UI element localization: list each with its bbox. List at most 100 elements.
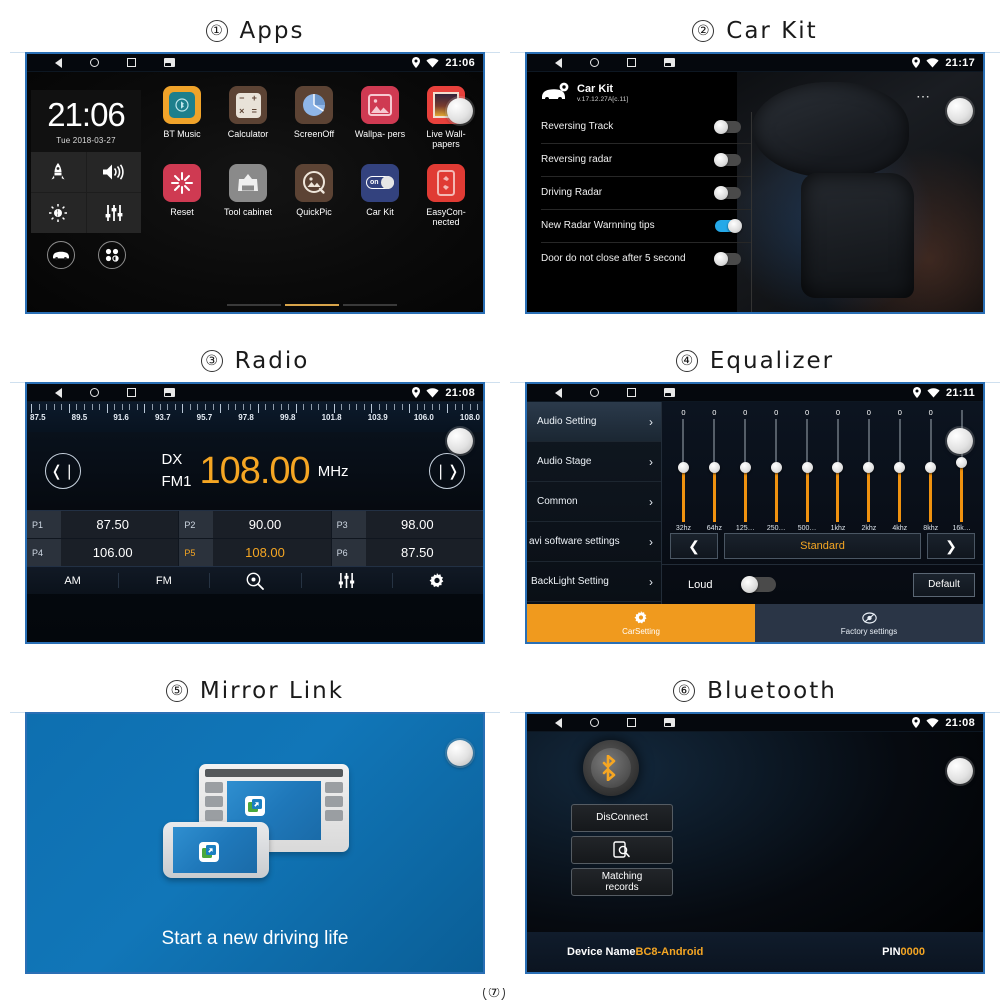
- eq-band[interactable]: 0 250…: [761, 408, 792, 532]
- home-circle-icon[interactable]: [590, 58, 599, 67]
- tab-fm[interactable]: FM: [118, 567, 209, 594]
- eq-band-slider[interactable]: [770, 419, 782, 522]
- equalizer-button[interactable]: [300, 567, 392, 594]
- screenshot-icon[interactable]: [664, 58, 675, 67]
- volume-knob[interactable]: [947, 428, 973, 454]
- volume-knob[interactable]: [447, 98, 473, 124]
- eq-band[interactable]: 0 32hz: [668, 408, 699, 532]
- eq-band[interactable]: 0 125…: [730, 408, 761, 532]
- back-triangle-icon[interactable]: [555, 717, 562, 728]
- tile-brightness[interactable]: [31, 193, 86, 233]
- door-not-close-toggle[interactable]: [714, 252, 741, 266]
- eq-band-knob[interactable]: [708, 462, 720, 474]
- preset-4[interactable]: P4 106.00: [27, 539, 179, 566]
- eq-band[interactable]: 0 8khz: [915, 408, 946, 532]
- eq-band-knob[interactable]: [677, 462, 689, 474]
- recent-square-icon[interactable]: [127, 58, 136, 67]
- screenshot-icon[interactable]: [664, 388, 675, 397]
- screenshot-icon[interactable]: [164, 388, 175, 397]
- eq-band-slider[interactable]: [708, 419, 720, 522]
- preset-1[interactable]: P1 87.50: [27, 511, 179, 538]
- eq-band-knob[interactable]: [801, 462, 813, 474]
- sidebar-item-common[interactable]: Common ›: [527, 482, 661, 522]
- app-easyconnected[interactable]: EasyCon- nected: [415, 163, 477, 228]
- preset-prev-button[interactable]: ❮: [670, 533, 718, 559]
- eq-band-knob[interactable]: [925, 462, 937, 474]
- app-quickpic[interactable]: QuickPic: [283, 163, 345, 228]
- preset-3[interactable]: P3 98.00: [331, 511, 483, 538]
- app-wallpapers[interactable]: Wallpa- pers: [349, 86, 411, 150]
- app-calculator[interactable]: − + × = Calculator: [217, 86, 279, 150]
- sidebar-item-audio-setting[interactable]: Audio Setting ›: [527, 402, 661, 442]
- page-dot[interactable]: [343, 304, 397, 306]
- eq-band-slider[interactable]: [956, 410, 968, 522]
- eq-band-slider[interactable]: [739, 419, 751, 522]
- next-station-icon[interactable]: ❘❭: [429, 453, 465, 489]
- preset-name[interactable]: Standard: [724, 533, 921, 559]
- eq-band-knob[interactable]: [770, 462, 782, 474]
- back-triangle-icon[interactable]: [55, 387, 62, 398]
- scan-search-button[interactable]: [209, 567, 300, 594]
- setting-row[interactable]: Reversing Track: [541, 110, 751, 143]
- volume-knob[interactable]: [947, 98, 973, 124]
- driving-radar-toggle[interactable]: [714, 186, 741, 200]
- app-bt-music[interactable]: BT Music: [151, 86, 213, 150]
- home-circle-icon[interactable]: [90, 58, 99, 67]
- volume-knob[interactable]: [447, 428, 473, 454]
- eq-band-slider[interactable]: [894, 419, 906, 522]
- app-tool-cabinet[interactable]: Tool cabinet: [217, 163, 279, 228]
- setting-row[interactable]: Driving Radar: [541, 176, 751, 209]
- setting-row[interactable]: Reversing radar: [541, 143, 751, 176]
- screenshot-icon[interactable]: [164, 58, 175, 67]
- app-car-kit[interactable]: on Car Kit: [349, 163, 411, 228]
- clock-widget[interactable]: 21:06 Tue 2018-03-27: [31, 90, 141, 152]
- eq-band-slider[interactable]: [801, 419, 813, 522]
- car-button[interactable]: [46, 241, 75, 269]
- home-circle-icon[interactable]: [590, 388, 599, 397]
- back-triangle-icon[interactable]: [555, 387, 562, 398]
- preset-2[interactable]: P2 90.00: [179, 511, 331, 538]
- recent-square-icon[interactable]: [627, 388, 636, 397]
- more-options-icon[interactable]: ⋯: [916, 88, 933, 105]
- eq-band-knob[interactable]: [832, 462, 844, 474]
- sidebar-item-navi-software-settings[interactable]: avi software settings ›: [527, 522, 661, 562]
- preset-next-button[interactable]: ❯: [927, 533, 975, 559]
- eq-band[interactable]: 0 1khz: [823, 408, 854, 532]
- eq-band-slider[interactable]: [925, 419, 937, 522]
- eq-band[interactable]: 0 64hz: [699, 408, 730, 532]
- back-triangle-icon[interactable]: [555, 57, 562, 68]
- default-button[interactable]: Default: [913, 572, 975, 597]
- preset-5[interactable]: P5 108.00: [179, 539, 331, 566]
- matching-records-button[interactable]: Matching records: [571, 868, 673, 896]
- eq-band[interactable]: 16k…: [946, 408, 977, 532]
- home-circle-icon[interactable]: [590, 718, 599, 727]
- reversing-radar-toggle[interactable]: [714, 153, 741, 167]
- frequency-scale[interactable]: 87.5 89.5 91.6 93.7 95.7 97.8 99.8 101.8…: [27, 402, 483, 432]
- eq-band-slider[interactable]: [863, 419, 875, 522]
- recent-square-icon[interactable]: [127, 388, 136, 397]
- setting-row[interactable]: New Radar Warnning tips: [541, 209, 751, 242]
- eq-band-knob[interactable]: [739, 462, 751, 474]
- apps-grid-button[interactable]: [97, 241, 126, 269]
- home-circle-icon[interactable]: [90, 388, 99, 397]
- screenshot-icon[interactable]: [664, 718, 675, 727]
- search-device-button[interactable]: [571, 836, 673, 864]
- eq-band-slider[interactable]: [677, 419, 689, 522]
- sidebar-item-audio-stage[interactable]: Audio Stage ›: [527, 442, 661, 482]
- preset-6[interactable]: P6 87.50: [331, 539, 483, 566]
- page-dot[interactable]: [227, 304, 281, 306]
- setting-row[interactable]: Door do not close after 5 second: [541, 242, 751, 275]
- sidebar-item-backlight-setting[interactable]: BackLight Setting ›: [527, 562, 661, 602]
- tab-am[interactable]: AM: [27, 567, 118, 594]
- tab-factory-settings[interactable]: Factory settings: [755, 604, 983, 642]
- recent-square-icon[interactable]: [627, 58, 636, 67]
- bluetooth-status-button[interactable]: [583, 740, 639, 796]
- eq-band[interactable]: 0 4khz: [884, 408, 915, 532]
- eq-band-knob[interactable]: [894, 462, 906, 474]
- eq-band[interactable]: 0 2khz: [853, 408, 884, 532]
- page-dot-active[interactable]: [285, 304, 339, 306]
- tile-equalizer[interactable]: [86, 193, 141, 233]
- eq-band[interactable]: 0 500…: [792, 408, 823, 532]
- disconnect-button[interactable]: DisConnect: [571, 804, 673, 832]
- eq-band-knob[interactable]: [863, 462, 875, 474]
